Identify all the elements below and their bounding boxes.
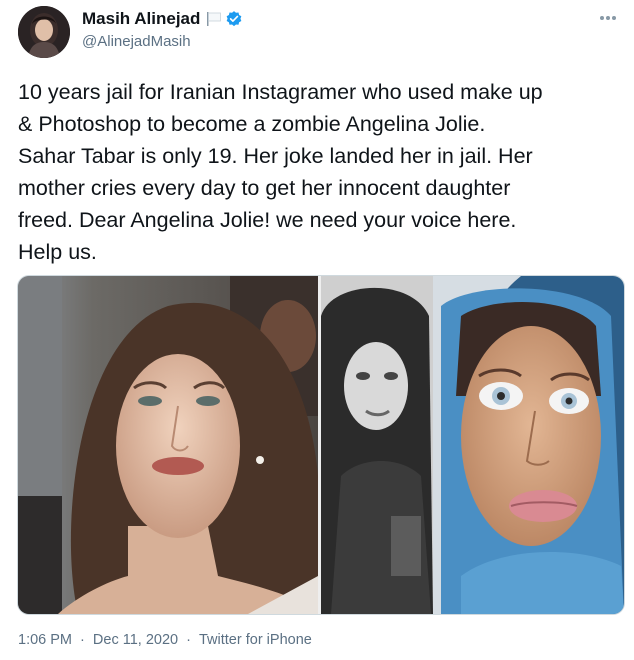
left-photo[interactable] (18, 276, 318, 614)
right-collage-photo[interactable] (321, 276, 624, 614)
avatar[interactable] (18, 6, 70, 58)
tweet-source[interactable]: Twitter for iPhone (199, 632, 312, 648)
tweet-media[interactable] (17, 275, 625, 615)
tweet-header: Masih Alinejad @AlinejadMasih (18, 6, 618, 58)
tweet-text: 10 years jail for Iranian Instagramer wh… (18, 80, 543, 264)
verified-badge-icon (225, 10, 243, 28)
tweet-date[interactable]: Dec 11, 2020 (93, 632, 178, 648)
name-row: Masih Alinejad (82, 8, 243, 30)
tweet-time[interactable]: 1:06 PM (18, 632, 72, 648)
more-options-icon[interactable] (598, 10, 618, 20)
user-handle[interactable]: @AlinejadMasih (82, 33, 243, 50)
user-names: Masih Alinejad @AlinejadMasih (82, 8, 243, 50)
tweet-meta: 1:06 PM · Dec 11, 2020 · Twitter for iPh… (18, 632, 312, 648)
meta-separator-2: · (186, 632, 191, 648)
display-name[interactable]: Masih Alinejad (82, 9, 200, 29)
meta-separator: · (80, 632, 85, 648)
white-flag-icon (206, 12, 222, 26)
tweet-card: Masih Alinejad @AlinejadMasih 10 years j… (0, 0, 634, 660)
avatar-image (18, 6, 70, 58)
